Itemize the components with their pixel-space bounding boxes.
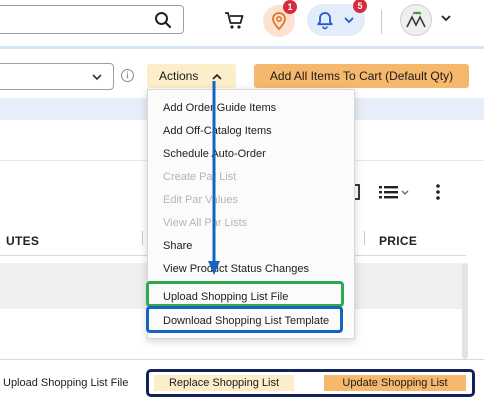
replace-shopping-list-button[interactable]: Replace Shopping List	[154, 375, 294, 391]
notifications-badge: 5	[353, 0, 367, 13]
header-divider	[381, 10, 382, 34]
location-button[interactable]: 1	[263, 0, 297, 37]
menu-item-view-product-status-changes[interactable]: View Product Status Changes	[163, 263, 309, 275]
upload-options-frame: Replace Shopping List Update Shopping Li…	[146, 369, 475, 397]
actions-button-label: Actions	[159, 69, 199, 83]
company-logo-icon	[406, 11, 426, 28]
search-icon[interactable]	[154, 11, 172, 29]
search-box[interactable]	[0, 5, 184, 34]
menu-item-create-par-list: Create Par List	[163, 171, 237, 183]
more-options-icon[interactable]	[434, 183, 442, 201]
column-divider	[142, 231, 143, 245]
upload-highlight	[146, 281, 344, 307]
list-view-icon[interactable]	[378, 183, 414, 201]
bell-icon	[317, 12, 333, 30]
annotation-arrow	[208, 81, 220, 275]
cart-icon	[225, 12, 244, 29]
download-highlight	[146, 306, 343, 333]
list-select[interactable]	[0, 63, 114, 90]
upload-panel-label: Upload Shopping List File	[3, 377, 129, 389]
menu-item-view-all-par-lists: View All Par Lists	[163, 217, 248, 229]
cart-button[interactable]	[218, 4, 250, 36]
info-icon[interactable]: i	[121, 69, 134, 82]
add-all-to-cart-button[interactable]: Add All Items To Cart (Default Qty)	[254, 64, 469, 88]
header-rule	[0, 46, 484, 49]
scrollbar[interactable]	[462, 263, 468, 359]
menu-item-edit-par-values: Edit Par Values	[163, 194, 239, 206]
search-input[interactable]	[5, 11, 145, 29]
column-divider	[364, 231, 365, 245]
update-shopping-list-button[interactable]: Update Shopping List	[324, 375, 466, 391]
chevron-up-icon	[212, 73, 222, 80]
chevron-down-icon[interactable]	[440, 14, 452, 23]
location-badge: 1	[283, 0, 297, 14]
column-header[interactable]: UTES	[6, 234, 39, 248]
avatar[interactable]	[400, 4, 432, 36]
column-header[interactable]: PRICE	[379, 234, 417, 248]
chevron-down-icon	[92, 74, 102, 81]
chevron-down-icon	[344, 17, 354, 24]
menu-item-share[interactable]: Share	[163, 240, 192, 252]
actions-button[interactable]: Actions	[147, 64, 236, 88]
notifications-button[interactable]: 5	[307, 0, 367, 36]
